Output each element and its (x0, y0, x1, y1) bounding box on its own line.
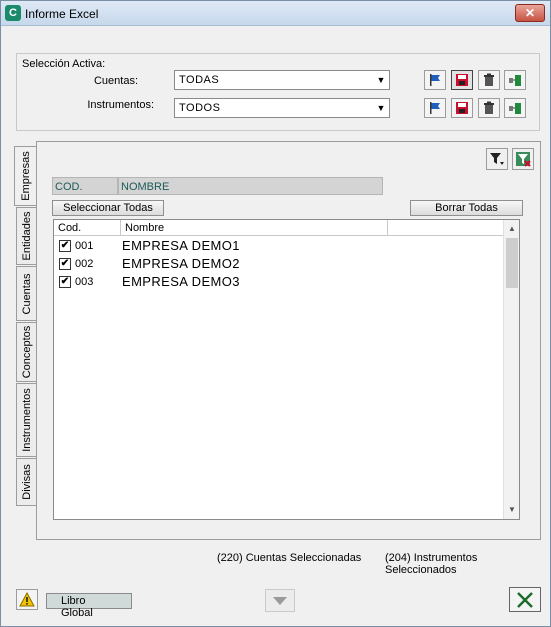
cuentas-status: (220) Cuentas Seleccionadas (217, 552, 362, 564)
vertical-tabs: Empresas Entidades Cuentas Conceptos Ins… (14, 141, 37, 521)
header-cod[interactable]: Cod. (54, 220, 121, 236)
cuentas-label: Cuentas: (93, 75, 138, 87)
warning-button[interactable] (16, 589, 38, 610)
excel-icon (509, 103, 521, 114)
tab-empresas[interactable]: Empresas (14, 146, 36, 206)
cancel-button[interactable] (509, 587, 541, 612)
scroll-thumb[interactable] (506, 238, 518, 288)
row-code: 001 (75, 240, 94, 252)
chevron-down-icon: ▼ (376, 103, 386, 113)
clear-filter-icon (516, 152, 531, 167)
move-down-button[interactable] (265, 589, 295, 612)
instrumentos-label: Instrumentos: (87, 99, 154, 111)
arrow-down-icon (273, 596, 287, 605)
flag-icon (430, 74, 440, 86)
cuentas-value: TODAS (179, 74, 220, 86)
list-item[interactable]: ✔ 002 EMPRESA DEMO2 (54, 255, 499, 273)
tab-entidades[interactable]: Entidades (16, 207, 36, 265)
flag-button-2[interactable] (424, 98, 446, 118)
tab-label: Cuentas (20, 273, 33, 314)
cod-filter-field[interactable]: COD. (52, 177, 118, 195)
row-name: EMPRESA DEMO2 (122, 256, 240, 271)
selection-label: Selección Activa: (22, 58, 106, 70)
delete-button[interactable] (478, 70, 500, 90)
header-nombre[interactable]: Nombre (121, 220, 388, 236)
tab-label: Divisas (20, 464, 33, 500)
window-title: Informe Excel (25, 7, 99, 21)
save-icon (456, 102, 468, 114)
list-item[interactable]: ✔ 003 EMPRESA DEMO3 (54, 273, 499, 291)
scroll-up-icon[interactable]: ▲ (504, 222, 520, 236)
row-checkbox[interactable]: ✔ (59, 240, 71, 252)
warning-icon (19, 591, 35, 606)
cuentas-combo[interactable]: TODAS ▼ (174, 70, 390, 90)
excel-icon (509, 75, 521, 86)
clear-all-label: Borrar Todas (435, 202, 498, 214)
vertical-scrollbar[interactable]: ▲ ▼ (503, 220, 519, 519)
title-bar: C Informe Excel ✕ (1, 1, 550, 26)
list-item[interactable]: ✔ 001 EMPRESA DEMO1 (54, 237, 499, 255)
trash-icon (484, 73, 494, 86)
row-checkbox[interactable]: ✔ (59, 258, 71, 270)
instrumentos-value: TODOS (179, 102, 221, 114)
tab-label: Instrumentos (20, 388, 33, 452)
app-icon: C (5, 5, 21, 21)
filter-icon (490, 153, 504, 165)
excel-button-2[interactable] (504, 98, 526, 118)
row-name: EMPRESA DEMO1 (122, 238, 240, 253)
clear-filter-button[interactable] (512, 148, 534, 170)
tab-label: Entidades (20, 211, 33, 261)
select-all-button[interactable]: Seleccionar Todas (52, 200, 164, 216)
tab-divisas[interactable]: Divisas (16, 458, 36, 506)
save-button[interactable] (451, 70, 473, 90)
save-button-2[interactable] (451, 98, 473, 118)
filter-button[interactable] (486, 148, 508, 170)
close-icon (517, 591, 533, 608)
close-button[interactable]: ✕ (515, 4, 545, 22)
row-checkbox[interactable]: ✔ (59, 276, 71, 288)
nombre-filter-field[interactable]: NOMBRE (118, 177, 383, 195)
chevron-down-icon: ▼ (376, 75, 386, 85)
flag-button[interactable] (424, 70, 446, 90)
instrumentos-combo[interactable]: TODOS ▼ (174, 98, 390, 118)
row-code: 002 (75, 258, 94, 270)
save-icon (456, 74, 468, 86)
scroll-down-icon[interactable]: ▼ (504, 503, 520, 517)
tab-cuentas[interactable]: Cuentas (16, 266, 36, 321)
trash-icon (484, 101, 494, 114)
window: C Informe Excel ✕ Selección Activa: Cuen… (0, 0, 551, 627)
delete-button-2[interactable] (478, 98, 500, 118)
list-header: Cod. Nombre (54, 220, 519, 236)
tab-label: Conceptos (20, 325, 33, 379)
clear-all-button[interactable]: Borrar Todas (410, 200, 523, 216)
row-code: 003 (75, 276, 94, 288)
tab-conceptos[interactable]: Conceptos (16, 322, 36, 382)
empresas-list[interactable]: Cod. Nombre ✔ 001 EMPRESA DEMO1 ✔ 002 EM… (53, 219, 520, 520)
flag-icon (430, 102, 440, 114)
tab-instrumentos[interactable]: Instrumentos (16, 383, 36, 457)
select-all-label: Seleccionar Todas (63, 202, 153, 214)
excel-button[interactable] (504, 70, 526, 90)
libro-global-field[interactable]: Libro Global (46, 593, 132, 619)
tab-label: Empresas (19, 151, 32, 201)
row-name: EMPRESA DEMO3 (122, 274, 240, 289)
instrumentos-status: (204) Instrumentos Seleccionados (385, 552, 478, 576)
